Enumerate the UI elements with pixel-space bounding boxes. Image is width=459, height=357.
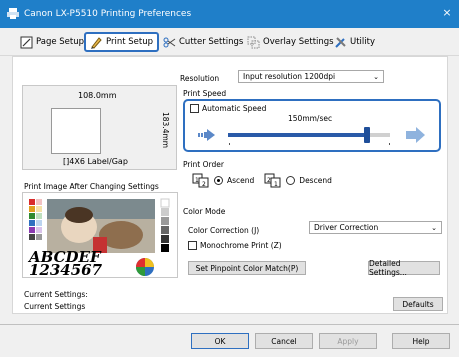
tab-print-setup[interactable]: Print Setup	[84, 32, 159, 52]
paper-sheet	[51, 108, 101, 154]
svg-text:1: 1	[195, 177, 199, 184]
paper-type-label: []4X6 Label/Gap	[63, 157, 128, 166]
svg-text:1: 1	[274, 181, 278, 188]
print-setup-icon	[91, 36, 102, 49]
paper-height-label: 183.4mm	[161, 112, 170, 149]
print-order-options: 1 2 Ascend 2 1 Descend	[192, 172, 332, 188]
descend-label[interactable]: Descend	[299, 176, 332, 185]
tab-label: Overlay Settings	[263, 37, 334, 47]
speed-value-label: 150mm/sec	[288, 114, 333, 123]
print-order-group-label: Print Order	[183, 160, 224, 169]
svg-text:2: 2	[267, 177, 271, 184]
resolution-label: Resolution	[180, 74, 220, 83]
paper-preview: 108.0mm 183.4mm []4X6 Label/Gap	[22, 85, 177, 170]
apply-button[interactable]: Apply	[319, 333, 377, 349]
descend-order-icon: 2 1	[264, 173, 281, 188]
color-mode-group-label: Color Mode	[183, 207, 226, 216]
sample-print-image: ABCDEF 1234567	[22, 192, 178, 278]
ascend-label[interactable]: Ascend	[227, 176, 254, 185]
tab-page-setup[interactable]: Page Setup	[20, 33, 84, 51]
ascend-order-icon: 1 2	[192, 173, 209, 188]
monochrome-label: Monochrome Print (Z)	[200, 241, 282, 250]
overlay-icon	[247, 36, 260, 48]
slider-tick	[229, 143, 230, 145]
current-settings-value: Current Settings	[24, 302, 86, 311]
tab-cutter-settings[interactable]: Cutter Settings	[163, 33, 243, 51]
defaults-button[interactable]: Defaults	[393, 297, 443, 311]
close-button[interactable]: ×	[441, 7, 453, 19]
color-correction-dropdown[interactable]: Driver Correction ⌄	[309, 221, 442, 234]
detailed-settings-button[interactable]: Detailed Settings...	[368, 259, 440, 277]
ok-button[interactable]: OK	[191, 333, 249, 349]
color-correction-value: Driver Correction	[314, 223, 379, 232]
tools-icon	[335, 36, 346, 48]
monochrome-print-checkbox[interactable]: Monochrome Print (Z)	[188, 241, 282, 250]
tab-label: Utility	[350, 37, 376, 47]
help-button[interactable]: Help	[392, 333, 450, 349]
scissors-icon	[163, 37, 176, 47]
sample-text-line2: 1234567	[29, 261, 103, 278]
title-bar: Canon LX-P5510 Printing Preferences ×	[0, 0, 459, 28]
current-settings-label: Current Settings:	[24, 290, 88, 299]
svg-text:2: 2	[202, 181, 206, 188]
tab-overlay-settings[interactable]: Overlay Settings	[247, 33, 334, 51]
color-correction-label: Color Correction (J)	[188, 226, 260, 235]
printer-icon	[7, 8, 19, 19]
fast-speed-icon	[406, 127, 425, 143]
bottom-divider	[0, 324, 459, 325]
chevron-down-icon: ⌄	[373, 73, 379, 81]
paper-width-label: 108.0mm	[78, 91, 117, 100]
cancel-button[interactable]: Cancel	[255, 333, 313, 349]
descend-radio[interactable]	[286, 175, 296, 185]
print-speed-group-label: Print Speed	[183, 89, 227, 98]
automatic-speed-checkbox[interactable]: Automatic Speed	[190, 104, 266, 113]
tab-strip: Page Setup Print Setup Cutter Settings O…	[0, 28, 459, 56]
speed-slider-fill	[228, 133, 367, 137]
print-image-caption: Print Image After Changing Settings	[24, 182, 159, 191]
monochrome-check[interactable]	[188, 241, 197, 250]
speed-slider-thumb[interactable]	[364, 127, 370, 143]
ascend-radio[interactable]	[214, 175, 223, 185]
tab-utility[interactable]: Utility	[334, 33, 375, 51]
tab-label: Cutter Settings	[179, 37, 244, 47]
automatic-speed-check[interactable]	[190, 104, 199, 113]
tab-label: Print Setup	[106, 37, 153, 47]
slow-speed-icon	[198, 129, 215, 141]
window-title: Canon LX-P5510 Printing Preferences	[24, 9, 192, 19]
automatic-speed-label: Automatic Speed	[202, 104, 267, 113]
slider-tick	[389, 143, 390, 145]
resolution-value: Input resolution 1200dpi	[243, 72, 336, 81]
sample-text: ABCDEF 1234567	[29, 250, 103, 278]
pinpoint-color-match-button[interactable]: Set Pinpoint Color Match(P)	[188, 261, 306, 275]
tab-label: Page Setup	[36, 37, 85, 47]
chevron-down-icon: ⌄	[431, 224, 437, 232]
resolution-dropdown[interactable]: Input resolution 1200dpi ⌄	[238, 70, 384, 83]
page-setup-icon	[20, 36, 33, 48]
